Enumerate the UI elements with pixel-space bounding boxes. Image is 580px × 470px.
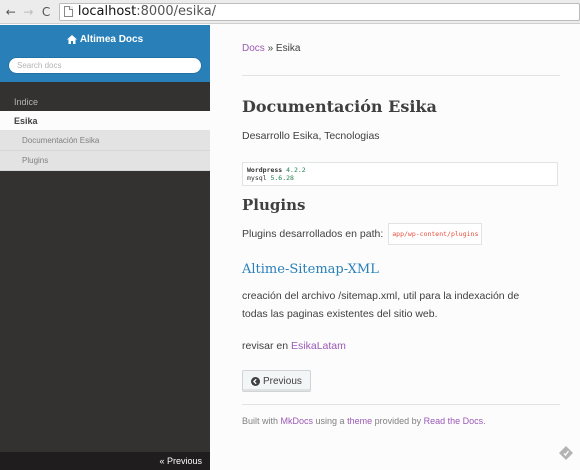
revisar-line: revisar en EsikaLatam <box>242 337 560 355</box>
footer-provided-by: provided by <box>372 416 424 426</box>
page-title: Documentación Esika <box>242 97 437 116</box>
previous-button[interactable]: Previous <box>242 370 311 392</box>
sidebar-header: Altimea Docs <box>0 25 210 82</box>
url-host: localhost <box>77 4 137 19</box>
breadcrumb: Docs » Esika <box>242 25 560 76</box>
page-icon <box>63 6 73 17</box>
home-icon <box>66 35 77 44</box>
search-input[interactable] <box>8 57 202 74</box>
nav-item-indice[interactable]: Indice <box>0 93 210 111</box>
nav-subitem-plugins[interactable]: Plugins <box>0 151 210 171</box>
plugins-line: Plugins desarrollados en path: app/wp-co… <box>242 223 560 245</box>
footer: Built with MkDocs using a theme provided… <box>242 416 560 426</box>
browser-toolbar: ← → C localhost:8000/esika/ <box>0 0 580 24</box>
theme-link[interactable]: theme <box>347 416 372 426</box>
nav-list: Indice Esika Documentación Esika Plugins <box>0 93 210 171</box>
footer-built-with: Built with <box>242 416 281 426</box>
plugins-heading: Plugins <box>242 196 306 214</box>
read-the-docs-link[interactable]: Read the Docs <box>424 416 484 426</box>
plugins-path-code: app/wp-content/plugins <box>388 223 483 245</box>
code-wordpress-name: Wordpress <box>247 166 287 174</box>
code-wordpress-version: 4.2.2 <box>286 166 306 174</box>
breadcrumb-docs-link[interactable]: Docs <box>242 43 265 54</box>
nav-item-esika[interactable]: Esika <box>0 111 210 131</box>
brand-name: Altimea Docs <box>79 34 144 45</box>
read-the-docs-diamond-icon[interactable] <box>559 446 573 460</box>
address-bar[interactable]: localhost:8000/esika/ <box>58 2 580 21</box>
esikalatam-link[interactable]: EsikaLatam <box>291 340 346 352</box>
footer-divider <box>242 404 560 405</box>
circle-arrow-left-icon <box>251 376 260 386</box>
sitemap-heading: Altime-Sitemap-XML <box>242 262 379 277</box>
sitemap-description: creación del archivo /sitemap.xml, util … <box>242 290 520 320</box>
revisar-text: revisar en <box>242 340 292 352</box>
footer-using-a: using a <box>313 416 348 426</box>
footer-period: . <box>483 416 486 426</box>
plugins-text: Plugins desarrollados en path: <box>242 228 384 240</box>
sidebar-previous-link[interactable]: « Previous <box>159 456 202 466</box>
breadcrumb-current: Esika <box>275 43 301 54</box>
sidebar-footer: « Previous <box>0 452 210 470</box>
code-mysql-version: 5.6.28 <box>270 174 294 182</box>
code-mysql-name: mysql <box>247 174 271 182</box>
reload-icon[interactable]: C <box>39 2 53 22</box>
page-subtitle: Desarrollo Esika, Tecnologias <box>242 130 380 142</box>
mkdocs-link[interactable]: MkDocs <box>281 416 314 426</box>
code-block: Wordpress 4.2.2 mysql 5.6.28 <box>242 162 558 186</box>
forward-arrow-icon[interactable]: → <box>22 2 36 22</box>
breadcrumb-separator: » <box>264 43 276 54</box>
url-path: :8000/esika/ <box>136 4 217 19</box>
sidebar: Altimea Docs Indice Esika Documentación … <box>0 25 210 470</box>
main-content: Docs » Esika Documentación Esika Desarro… <box>210 25 580 470</box>
previous-button-label: Previous <box>263 375 302 387</box>
brand-link[interactable]: Altimea Docs <box>66 34 144 45</box>
back-arrow-icon[interactable]: ← <box>4 2 18 22</box>
nav-subitem-documentacion-esika[interactable]: Documentación Esika <box>0 131 210 151</box>
